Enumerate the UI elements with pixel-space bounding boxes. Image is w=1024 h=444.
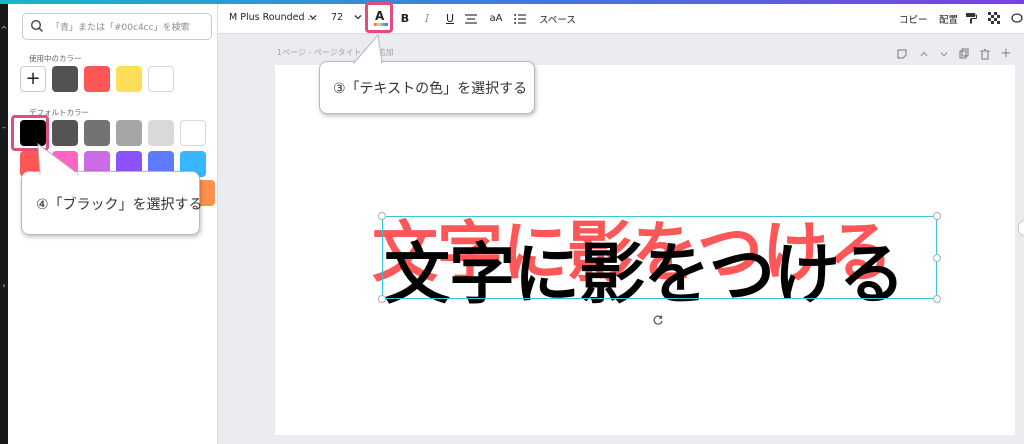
expand-icon[interactable]: › bbox=[0, 282, 8, 290]
side-rail: ^ – › bbox=[0, 4, 8, 444]
color-swatch[interactable] bbox=[84, 120, 110, 146]
resize-handle[interactable] bbox=[933, 295, 941, 303]
color-swatch[interactable] bbox=[180, 120, 206, 146]
text-color-highlight bbox=[365, 2, 393, 33]
color-swatch[interactable] bbox=[116, 120, 142, 146]
rotate-icon[interactable] bbox=[652, 314, 664, 326]
resize-handle[interactable] bbox=[933, 254, 941, 262]
used-colors-label: 使用中のカラー bbox=[29, 54, 82, 63]
list-icon[interactable] bbox=[514, 14, 526, 24]
chevron-up-icon[interactable] bbox=[918, 48, 930, 60]
chevron-down-icon[interactable] bbox=[353, 12, 363, 22]
resize-handle[interactable] bbox=[378, 212, 386, 220]
italic-button[interactable]: I bbox=[417, 9, 437, 29]
color-swatch[interactable] bbox=[52, 66, 78, 92]
add-color-button[interactable]: + bbox=[20, 66, 46, 92]
callout-pointer bbox=[37, 143, 80, 175]
search-placeholder: 「青」または「#00c4cc」を検索 bbox=[51, 23, 190, 33]
color-search-input[interactable]: 「青」または「#00c4cc」を検索 bbox=[22, 13, 212, 40]
resize-handle[interactable] bbox=[378, 295, 386, 303]
trash-icon[interactable] bbox=[979, 48, 991, 60]
bold-button[interactable]: B bbox=[395, 9, 415, 29]
letter-case-button[interactable]: aA bbox=[486, 9, 506, 29]
underline-button[interactable]: U bbox=[440, 9, 460, 29]
callout-step3-text: ③「テキストの色」を選択する bbox=[333, 81, 528, 97]
transparency-icon[interactable] bbox=[988, 12, 1000, 24]
chevron-up-icon[interactable]: ^ bbox=[0, 26, 8, 34]
link-icon[interactable] bbox=[1011, 12, 1023, 24]
chevron-down-icon[interactable] bbox=[938, 48, 950, 60]
callout-step4: ④「ブラック」を選択する bbox=[21, 171, 203, 235]
callout-step3: ③「テキストの色」を選択する bbox=[319, 61, 535, 114]
arrange-button[interactable]: 配置 bbox=[939, 12, 958, 26]
text-toolbar: M Plus Rounded ... 72 A B I U aA スペース コピ… bbox=[218, 4, 1024, 34]
scroll-handle[interactable] bbox=[1018, 220, 1024, 236]
editor-app: ^ – › 「青」または「#00c4cc」を検索 使用中のカラー + デフォルト… bbox=[0, 0, 1024, 444]
note-icon[interactable] bbox=[896, 48, 908, 60]
font-size-field[interactable]: 72 bbox=[331, 12, 343, 23]
text-selection-box[interactable] bbox=[382, 216, 937, 299]
callout-step4-text: ④「ブラック」を選択する bbox=[36, 197, 203, 213]
add-page-icon[interactable]: + bbox=[1000, 47, 1012, 60]
spacing-button[interactable]: スペース bbox=[539, 12, 576, 26]
divider-mark: – bbox=[2, 123, 6, 132]
search-icon bbox=[30, 19, 44, 33]
align-center-icon[interactable] bbox=[465, 14, 477, 24]
color-swatch[interactable] bbox=[84, 66, 110, 92]
color-swatch[interactable] bbox=[148, 66, 174, 92]
chevron-down-icon[interactable] bbox=[308, 12, 318, 22]
color-swatch[interactable] bbox=[148, 120, 174, 146]
font-family-dropdown[interactable]: M Plus Rounded ... bbox=[229, 12, 317, 23]
copy-style-button[interactable]: コピー bbox=[899, 12, 928, 26]
duplicate-icon[interactable] bbox=[958, 48, 970, 60]
resize-handle[interactable] bbox=[933, 212, 941, 220]
paint-roller-icon[interactable] bbox=[965, 12, 977, 24]
callout-pointer bbox=[352, 34, 383, 64]
color-swatch[interactable] bbox=[116, 66, 142, 92]
